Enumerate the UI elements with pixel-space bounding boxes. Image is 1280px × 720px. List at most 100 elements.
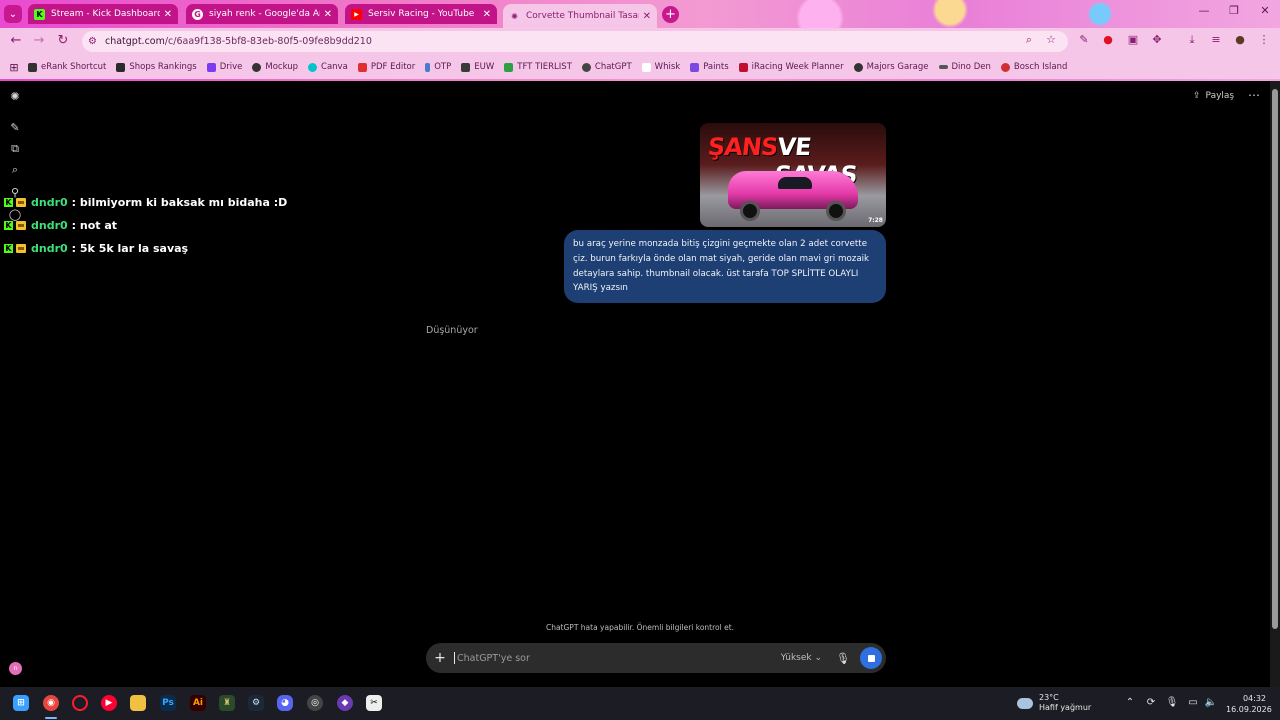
library-icon[interactable]: ⧉ [8, 142, 22, 156]
new-tab-button[interactable]: + [662, 6, 679, 23]
extension-pen-icon[interactable]: ✎ [1076, 33, 1092, 46]
youtube-icon: ▶ [351, 8, 362, 20]
tab-kick-dashboard[interactable]: K Stream - Kick Dashboard ✕ [28, 4, 178, 24]
stop-generating-button[interactable] [860, 647, 882, 669]
restore-icon[interactable]: ❐ [1219, 4, 1249, 17]
media-player-icon[interactable]: ▶ [101, 695, 117, 711]
thumbnail-word-1: ŞANS [706, 133, 779, 161]
chatgpt-icon: ✺ [511, 11, 518, 21]
tab-search-button[interactable]: ⌄ [4, 5, 22, 23]
extensions-puzzle-icon[interactable]: ✥ [1149, 33, 1165, 46]
extension-badge-icon[interactable]: ▣ [1125, 33, 1141, 46]
reading-list-icon[interactable]: ≡ [1208, 33, 1224, 46]
otp-icon [425, 62, 431, 72]
profile-avatar-icon[interactable]: ● [1232, 33, 1248, 46]
tab-chatgpt-active[interactable]: ✺ Corvette Thumbnail Tasarla ✕ [503, 4, 657, 28]
new-chat-icon[interactable]: ✎ [8, 120, 22, 134]
tray-overflow-chevron-icon[interactable]: ⌃ [1123, 697, 1137, 708]
tab-title: Stream - Kick Dashboard [51, 9, 160, 19]
apps-grid-icon[interactable]: ⊞ [0, 61, 28, 74]
chatgpt-logo-icon[interactable]: ✺ [8, 89, 22, 103]
file-explorer-icon[interactable] [130, 695, 146, 711]
bookmark-item[interactable]: TFT TIERLIST [504, 62, 572, 72]
weather-widget[interactable]: 23°C Hafif yağmur [1017, 693, 1091, 713]
add-attachment-icon[interactable]: + [426, 650, 454, 666]
whisk-icon [641, 62, 651, 72]
forward-icon[interactable]: → [31, 33, 47, 48]
bookmark-item[interactable]: Whisk [641, 62, 680, 72]
minimize-icon[interactable]: — [1189, 4, 1219, 17]
illustrator-icon[interactable]: Ai [190, 695, 206, 711]
car-wheel [740, 201, 760, 221]
close-tab-icon[interactable]: ✕ [324, 9, 332, 20]
more-options-icon[interactable]: ⋯ [1248, 88, 1260, 102]
tab-google-search[interactable]: G siyah renk - Google'da Ara ✕ [186, 4, 338, 24]
volume-icon[interactable]: 🔈 [1204, 697, 1218, 708]
bookmark-item[interactable]: iRacing Week Planner [738, 62, 844, 72]
bookmark-item[interactable]: Dino Den [938, 62, 991, 72]
bookmark-item[interactable]: OTP [425, 62, 451, 72]
close-window-icon[interactable]: ✕ [1250, 4, 1280, 17]
close-tab-icon[interactable]: ✕ [483, 9, 491, 20]
system-clock[interactable]: 04:32 16.09.2026 [1226, 693, 1272, 715]
capcut-icon[interactable]: ✂ [366, 695, 382, 711]
uploaded-thumbnail-image[interactable]: ŞANS VE SAVAŞ 7:28 [700, 123, 886, 227]
steam-icon[interactable]: ⚙ [248, 695, 264, 711]
sync-icon[interactable]: ⟳ [1144, 697, 1158, 708]
game-launcher-icon[interactable]: ♜ [219, 695, 235, 711]
bookmark-item[interactable]: Majors Garage [853, 62, 929, 72]
scrollbar-thumb[interactable] [1272, 89, 1278, 629]
canva-icon [308, 62, 318, 72]
kick-icon: K [34, 8, 45, 20]
clock-date: 16.09.2026 [1226, 705, 1272, 714]
model-selector[interactable]: Yüksek ⌄ [781, 653, 822, 663]
bookmark-item[interactable]: Canva [308, 62, 348, 72]
bookmark-item[interactable]: ChatGPT [581, 62, 632, 72]
page-scrollbar[interactable] [1270, 81, 1280, 687]
chat-message: : bilmiyorm ki baksak mı bidaha :D [71, 196, 288, 209]
bookmark-item[interactable]: Mockup [252, 62, 298, 72]
bookmark-item[interactable]: eRank Shortcut [28, 62, 106, 72]
tab-youtube[interactable]: ▶ Sersiv Racing - YouTube ✕ [345, 4, 497, 24]
tab-title: siyah renk - Google'da Ara [209, 9, 320, 19]
back-icon[interactable]: ← [8, 33, 24, 48]
opera-extension-icon[interactable]: ● [1100, 33, 1116, 46]
close-tab-icon[interactable]: ✕ [164, 9, 172, 20]
chat-line: K dndr0 : bilmiyorm ki baksak mı bidaha … [4, 191, 287, 214]
search-icon[interactable]: ⌕ [8, 163, 22, 177]
mic-tray-icon[interactable]: 🎙 [1165, 697, 1179, 708]
chat-line: K dndr0 : not at [4, 214, 287, 237]
microphone-icon[interactable]: 🎙 [836, 652, 850, 665]
close-tab-icon[interactable]: ✕ [643, 11, 651, 22]
opera-gx-icon[interactable] [72, 695, 88, 711]
windows-start-icon[interactable]: ⊞ [13, 695, 29, 711]
photoshop-icon[interactable]: Ps [160, 695, 176, 711]
zoom-search-icon[interactable]: ⌕ [1021, 33, 1037, 47]
share-button[interactable]: ⇪ Paylaş [1193, 91, 1234, 101]
disclaimer-text: ChatGPT hata yapabilir. Önemli bilgileri… [545, 623, 735, 632]
address-bar[interactable]: ⚙ chatgpt.com/c/6aa9f138-5bf8-83eb-80f5-… [82, 31, 1068, 52]
chrome-icon[interactable]: ◉ [43, 695, 59, 711]
app-icon[interactable]: ◆ [337, 695, 353, 711]
windows-taskbar: ⊞ ◉ ▶ Ps Ai ♜ ⚙ ◕ ◎ ◆ ✂ 23°C Hafif yağmu… [0, 687, 1280, 720]
stop-icon [867, 654, 875, 662]
obs-icon[interactable]: ◎ [307, 695, 323, 711]
url-host: chatgpt.com [104, 36, 165, 47]
browser-menu-icon[interactable]: ⋮ [1256, 33, 1272, 46]
bookmark-star-icon[interactable]: ☆ [1043, 33, 1059, 46]
site-info-icon[interactable]: ⚙ [88, 36, 97, 47]
discord-icon[interactable]: ◕ [277, 695, 293, 711]
bookmark-item[interactable]: Bosch Island [1000, 62, 1067, 72]
bookmark-item[interactable]: EUW [461, 62, 494, 72]
network-icon[interactable]: ▭ [1186, 697, 1200, 708]
reload-icon[interactable]: ↻ [55, 33, 71, 48]
bookmark-item[interactable]: Drive [206, 62, 242, 72]
bookmark-item[interactable]: PDF Editor [357, 62, 415, 72]
download-icon[interactable]: ⤓ [1184, 33, 1200, 47]
user-avatar[interactable]: n [9, 662, 22, 675]
bookmark-item[interactable]: Paints [690, 62, 729, 72]
bookmark-item[interactable]: Shops Rankings [116, 62, 197, 72]
prompt-input[interactable] [454, 652, 781, 664]
crown-badge-icon [16, 221, 26, 230]
kick-badge-icon: K [4, 221, 13, 230]
